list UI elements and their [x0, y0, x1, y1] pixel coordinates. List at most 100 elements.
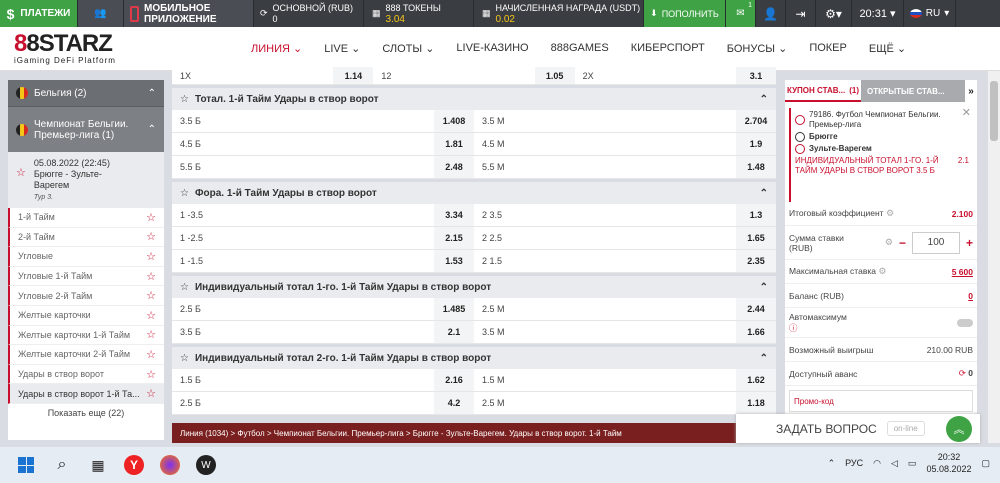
- match-item[interactable]: ☆ 05.08.2022 (22:45) Брюгге - Зульте-Варе…: [8, 152, 164, 208]
- input-language[interactable]: РУС: [845, 458, 863, 468]
- gear-icon[interactable]: ⚙: [885, 237, 893, 248]
- odds-cell[interactable]: 12 1.05: [373, 67, 575, 84]
- star-icon[interactable]: ☆: [146, 250, 156, 263]
- mobile-app-button[interactable]: МОБИЛЬНОЕ ПРИЛОЖЕНИЕ: [124, 0, 254, 27]
- odds-cell[interactable]: 2.5 М 1.18: [474, 392, 776, 414]
- market-item[interactable]: 1-й Тайм ☆: [8, 208, 164, 228]
- odds-cell[interactable]: 1 -3.5 3.34: [172, 204, 474, 226]
- deposit-button[interactable]: ⬇ ПОПОЛНИТЬ: [644, 0, 726, 27]
- chevron-right-icon[interactable]: »: [965, 80, 977, 102]
- volume-icon[interactable]: ◁: [891, 458, 898, 469]
- market-item[interactable]: Удары в створ ворот ☆: [8, 364, 164, 385]
- time-selector[interactable]: 20:31 ▾: [852, 0, 904, 27]
- nav-item[interactable]: ЛИНИЯ ⌄: [240, 42, 313, 55]
- odds-cell[interactable]: 3.5 Б 1.408: [172, 110, 474, 132]
- league-header[interactable]: Чемпионат Бельгии. Премьер-лига (1) ⌃: [8, 106, 164, 152]
- yandex-browser-icon[interactable]: Y: [118, 449, 150, 481]
- odds-cell[interactable]: 2.5 Б 1.485: [172, 298, 474, 320]
- odds-cell[interactable]: 1 -1.5 1.53: [172, 250, 474, 272]
- country-header[interactable]: Бельгия (2) ⌃: [8, 80, 164, 106]
- odds-cell[interactable]: 1 -2.5 2.15: [172, 227, 474, 249]
- market-item[interactable]: Желтые карточки 1-й Тайм ☆: [8, 325, 164, 346]
- star-icon[interactable]: ☆: [146, 368, 156, 381]
- market-group-header[interactable]: ☆ Тотал. 1-й Тайм Удары в створ ворот ⌃: [172, 88, 776, 110]
- logout-icon[interactable]: ⇥: [786, 0, 816, 27]
- market-item[interactable]: Желтые карточки 2-й Тайм ☆: [8, 345, 164, 365]
- logo[interactable]: 88STARZ iGaming DeFi Platform: [0, 32, 240, 66]
- users-icon[interactable]: 👥: [78, 0, 124, 27]
- gear-icon[interactable]: ⚙: [886, 208, 894, 218]
- firefox-icon[interactable]: [154, 449, 186, 481]
- ask-question-widget[interactable]: ЗАДАТЬ ВОПРОС on-line ︽: [736, 414, 980, 443]
- wifi-icon[interactable]: ◠: [873, 458, 881, 469]
- nav-item[interactable]: КИБЕРСПОРТ: [620, 42, 716, 55]
- market-item[interactable]: Удары в створ ворот 1-й Та... ☆: [8, 384, 164, 404]
- star-icon[interactable]: ☆: [146, 270, 156, 283]
- star-icon[interactable]: ☆: [146, 348, 156, 361]
- odds-cell[interactable]: 2.5 М 2.44: [474, 298, 776, 320]
- nav-item[interactable]: СЛОТЫ ⌄: [371, 42, 445, 55]
- profile-icon[interactable]: 👤: [756, 0, 786, 27]
- show-more-link[interactable]: Показать еще (22): [8, 404, 164, 424]
- star-icon[interactable]: ☆: [180, 94, 189, 105]
- balance-selector[interactable]: ⟳ ОСНОВНОЙ (RUB) 0: [254, 0, 364, 27]
- odds-cell[interactable]: 5.5 М 1.48: [474, 156, 776, 178]
- settings-icon[interactable]: ⚙▾: [816, 0, 852, 27]
- star-icon[interactable]: ☆: [146, 211, 156, 224]
- nav-item[interactable]: LIVE-КАЗИНО: [445, 42, 539, 55]
- nav-item[interactable]: БОНУСЫ ⌄: [716, 42, 799, 55]
- language-selector[interactable]: RU ▾: [904, 0, 956, 27]
- odds-cell[interactable]: 4.5 Б 1.81: [172, 133, 474, 155]
- odds-cell[interactable]: 4.5 М 1.9: [474, 133, 776, 155]
- battery-icon[interactable]: ▭: [908, 458, 917, 469]
- star-icon[interactable]: ☆: [146, 289, 156, 302]
- odds-cell[interactable]: 1.5 М 1.62: [474, 369, 776, 391]
- odds-cell[interactable]: 2 3.5 1.3: [474, 204, 776, 226]
- app-icon[interactable]: W: [190, 449, 222, 481]
- payments-button[interactable]: $ ПЛАТЕЖИ: [0, 0, 78, 27]
- nav-item[interactable]: LIVE ⌄: [313, 42, 371, 55]
- star-icon[interactable]: ☆: [146, 309, 156, 322]
- stake-input[interactable]: 100: [911, 231, 960, 254]
- search-icon[interactable]: ⌕: [46, 449, 78, 481]
- odds-cell[interactable]: 3.5 М 2.704: [474, 110, 776, 132]
- star-icon[interactable]: ☆: [180, 282, 189, 293]
- market-group-header[interactable]: ☆ Индивидуальный тотал 1-го. 1-й Тайм Уда…: [172, 276, 776, 298]
- page-scrollbar[interactable]: [988, 71, 1000, 443]
- nav-item[interactable]: 888GAMES: [540, 42, 620, 55]
- odds-cell[interactable]: 1X 1.14: [172, 67, 374, 84]
- messages-button[interactable]: ✉ 1: [726, 0, 756, 27]
- info-icon[interactable]: ⓘ: [789, 322, 847, 334]
- scrollbar-thumb[interactable]: [990, 81, 998, 141]
- star-icon[interactable]: ☆: [180, 353, 189, 364]
- odds-cell[interactable]: 5.5 Б 2.48: [172, 156, 474, 178]
- tab-open-bets[interactable]: ОТКРЫТЫЕ СТАВ...: [861, 80, 965, 102]
- promo-code-input[interactable]: Промо-код: [789, 390, 973, 412]
- close-icon[interactable]: ✕: [962, 108, 971, 119]
- odds-cell[interactable]: 2X 3.1: [575, 67, 776, 84]
- chevron-up-icon[interactable]: ⌃: [828, 458, 836, 469]
- notifications-icon[interactable]: ▢: [981, 458, 990, 469]
- market-item[interactable]: Угловые 2-й Тайм ☆: [8, 286, 164, 306]
- odds-cell[interactable]: 3.5 Б 2.1: [172, 321, 474, 343]
- star-icon[interactable]: ☆: [146, 230, 156, 243]
- gear-icon[interactable]: ⚙: [878, 266, 886, 276]
- market-group-header[interactable]: ☆ Индивидуальный тотал 2-го. 1-й Тайм Уда…: [172, 347, 776, 369]
- odds-cell[interactable]: 3.5 М 1.66: [474, 321, 776, 343]
- market-group-header[interactable]: ☆ Фора. 1-й Тайм Удары в створ ворот ⌃: [172, 182, 776, 204]
- minus-button[interactable]: −: [899, 236, 906, 250]
- start-button[interactable]: [10, 449, 42, 481]
- chevron-up-icon[interactable]: ︽: [946, 416, 972, 442]
- calculator-icon[interactable]: ▦: [82, 449, 114, 481]
- automax-toggle[interactable]: [957, 318, 973, 327]
- odds-cell[interactable]: 1.5 Б 2.16: [172, 369, 474, 391]
- nav-item[interactable]: ЕЩЁ ⌄: [858, 42, 917, 55]
- odds-cell[interactable]: 2 1.5 2.35: [474, 250, 776, 272]
- star-icon[interactable]: ☆: [180, 188, 189, 199]
- market-item[interactable]: 2-й Тайм ☆: [8, 227, 164, 248]
- market-item[interactable]: Угловые 1-й Тайм ☆: [8, 266, 164, 287]
- plus-button[interactable]: +: [966, 236, 973, 250]
- star-icon[interactable]: ☆: [146, 328, 156, 341]
- market-item[interactable]: Желтые карточки ☆: [8, 305, 164, 326]
- odds-cell[interactable]: 2 2.5 1.65: [474, 227, 776, 249]
